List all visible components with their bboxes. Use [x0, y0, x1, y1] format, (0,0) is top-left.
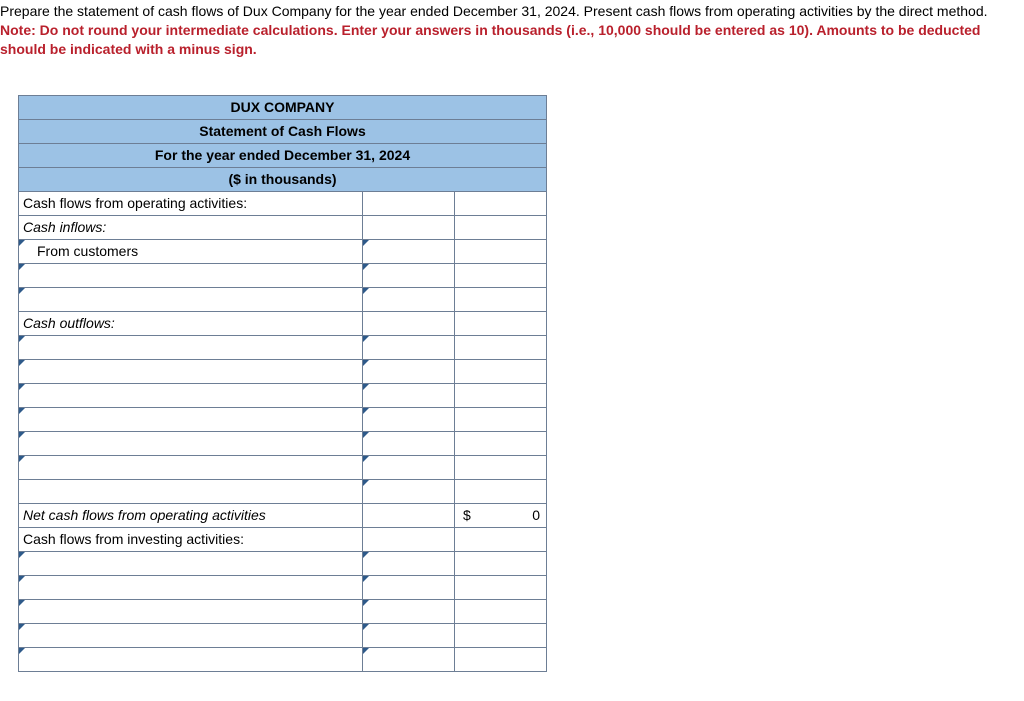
input-outflow-amt-2[interactable]	[363, 359, 455, 383]
input-outflow-amt-1[interactable]	[363, 335, 455, 359]
cell-blank	[455, 239, 547, 263]
input-inv-line-1[interactable]	[19, 551, 363, 575]
row-inv-activities: Cash flows from investing activities:	[19, 527, 363, 551]
row-from-customers[interactable]: From customers	[19, 239, 363, 263]
header-company: DUX COMPANY	[19, 95, 547, 119]
cell-blank	[455, 623, 547, 647]
header-period: For the year ended December 31, 2024	[19, 143, 547, 167]
cell-blank	[455, 479, 547, 503]
input-inv-amt-4[interactable]	[363, 623, 455, 647]
input-outflow-amt-5[interactable]	[363, 431, 455, 455]
input-outflow-line-3[interactable]	[19, 383, 363, 407]
row-op-activities: Cash flows from operating activities:	[19, 191, 363, 215]
cell-blank	[363, 215, 455, 239]
cell-blank	[455, 647, 547, 671]
question-instructions: Prepare the statement of cash flows of D…	[0, 0, 1024, 67]
input-inv-line-2[interactable]	[19, 575, 363, 599]
row-net-op: Net cash flows from operating activities	[19, 503, 363, 527]
input-subtotal-op[interactable]	[363, 479, 455, 503]
input-outflow-line-6[interactable]	[19, 455, 363, 479]
cell-blank	[455, 287, 547, 311]
input-inv-line-4[interactable]	[19, 623, 363, 647]
input-outflow-line-5[interactable]	[19, 431, 363, 455]
input-outflow-line-4[interactable]	[19, 407, 363, 431]
input-outflow-line-2[interactable]	[19, 359, 363, 383]
instruction-note: Note: Do not round your intermediate cal…	[0, 22, 980, 57]
input-inv-amt-1[interactable]	[363, 551, 455, 575]
row-cash-outflows: Cash outflows:	[19, 311, 363, 335]
input-inv-line-3[interactable]	[19, 599, 363, 623]
cell-blank	[363, 527, 455, 551]
net-op-value: 0	[532, 507, 540, 523]
input-inflow-amt-3[interactable]	[363, 287, 455, 311]
cell-blank	[455, 215, 547, 239]
cell-blank	[455, 383, 547, 407]
worksheet-container: DUX COMPANY Statement of Cash Flows For …	[18, 95, 1024, 672]
cell-blank	[363, 191, 455, 215]
cell-blank	[363, 503, 455, 527]
cell-blank	[455, 527, 547, 551]
input-outflow-amt-6[interactable]	[363, 455, 455, 479]
cell-blank	[363, 311, 455, 335]
cell-blank	[455, 191, 547, 215]
instruction-text: Prepare the statement of cash flows of D…	[0, 3, 988, 19]
input-inflow-amt-2[interactable]	[363, 263, 455, 287]
cell-blank	[455, 431, 547, 455]
cell-blank	[455, 263, 547, 287]
cash-flow-table: DUX COMPANY Statement of Cash Flows For …	[18, 95, 547, 672]
input-outflow-amt-3[interactable]	[363, 383, 455, 407]
input-inv-amt-3[interactable]	[363, 599, 455, 623]
input-outflow-amt-4[interactable]	[363, 407, 455, 431]
cell-blank	[455, 551, 547, 575]
cell-blank	[455, 575, 547, 599]
cell-blank	[19, 479, 363, 503]
input-from-customers-amt[interactable]	[363, 239, 455, 263]
currency-symbol: $	[455, 507, 471, 523]
cell-blank	[455, 311, 547, 335]
net-op-total: $0	[455, 503, 547, 527]
input-inflow-line-2[interactable]	[19, 263, 363, 287]
header-units: ($ in thousands)	[19, 167, 547, 191]
input-inv-amt-2[interactable]	[363, 575, 455, 599]
input-inv-line-5[interactable]	[19, 647, 363, 671]
cell-blank	[455, 359, 547, 383]
cell-blank	[455, 455, 547, 479]
cell-blank	[455, 335, 547, 359]
input-inflow-line-3[interactable]	[19, 287, 363, 311]
input-outflow-line-1[interactable]	[19, 335, 363, 359]
cell-blank	[455, 599, 547, 623]
header-title: Statement of Cash Flows	[19, 119, 547, 143]
input-inv-amt-5[interactable]	[363, 647, 455, 671]
row-cash-inflows: Cash inflows:	[19, 215, 363, 239]
cell-blank	[455, 407, 547, 431]
